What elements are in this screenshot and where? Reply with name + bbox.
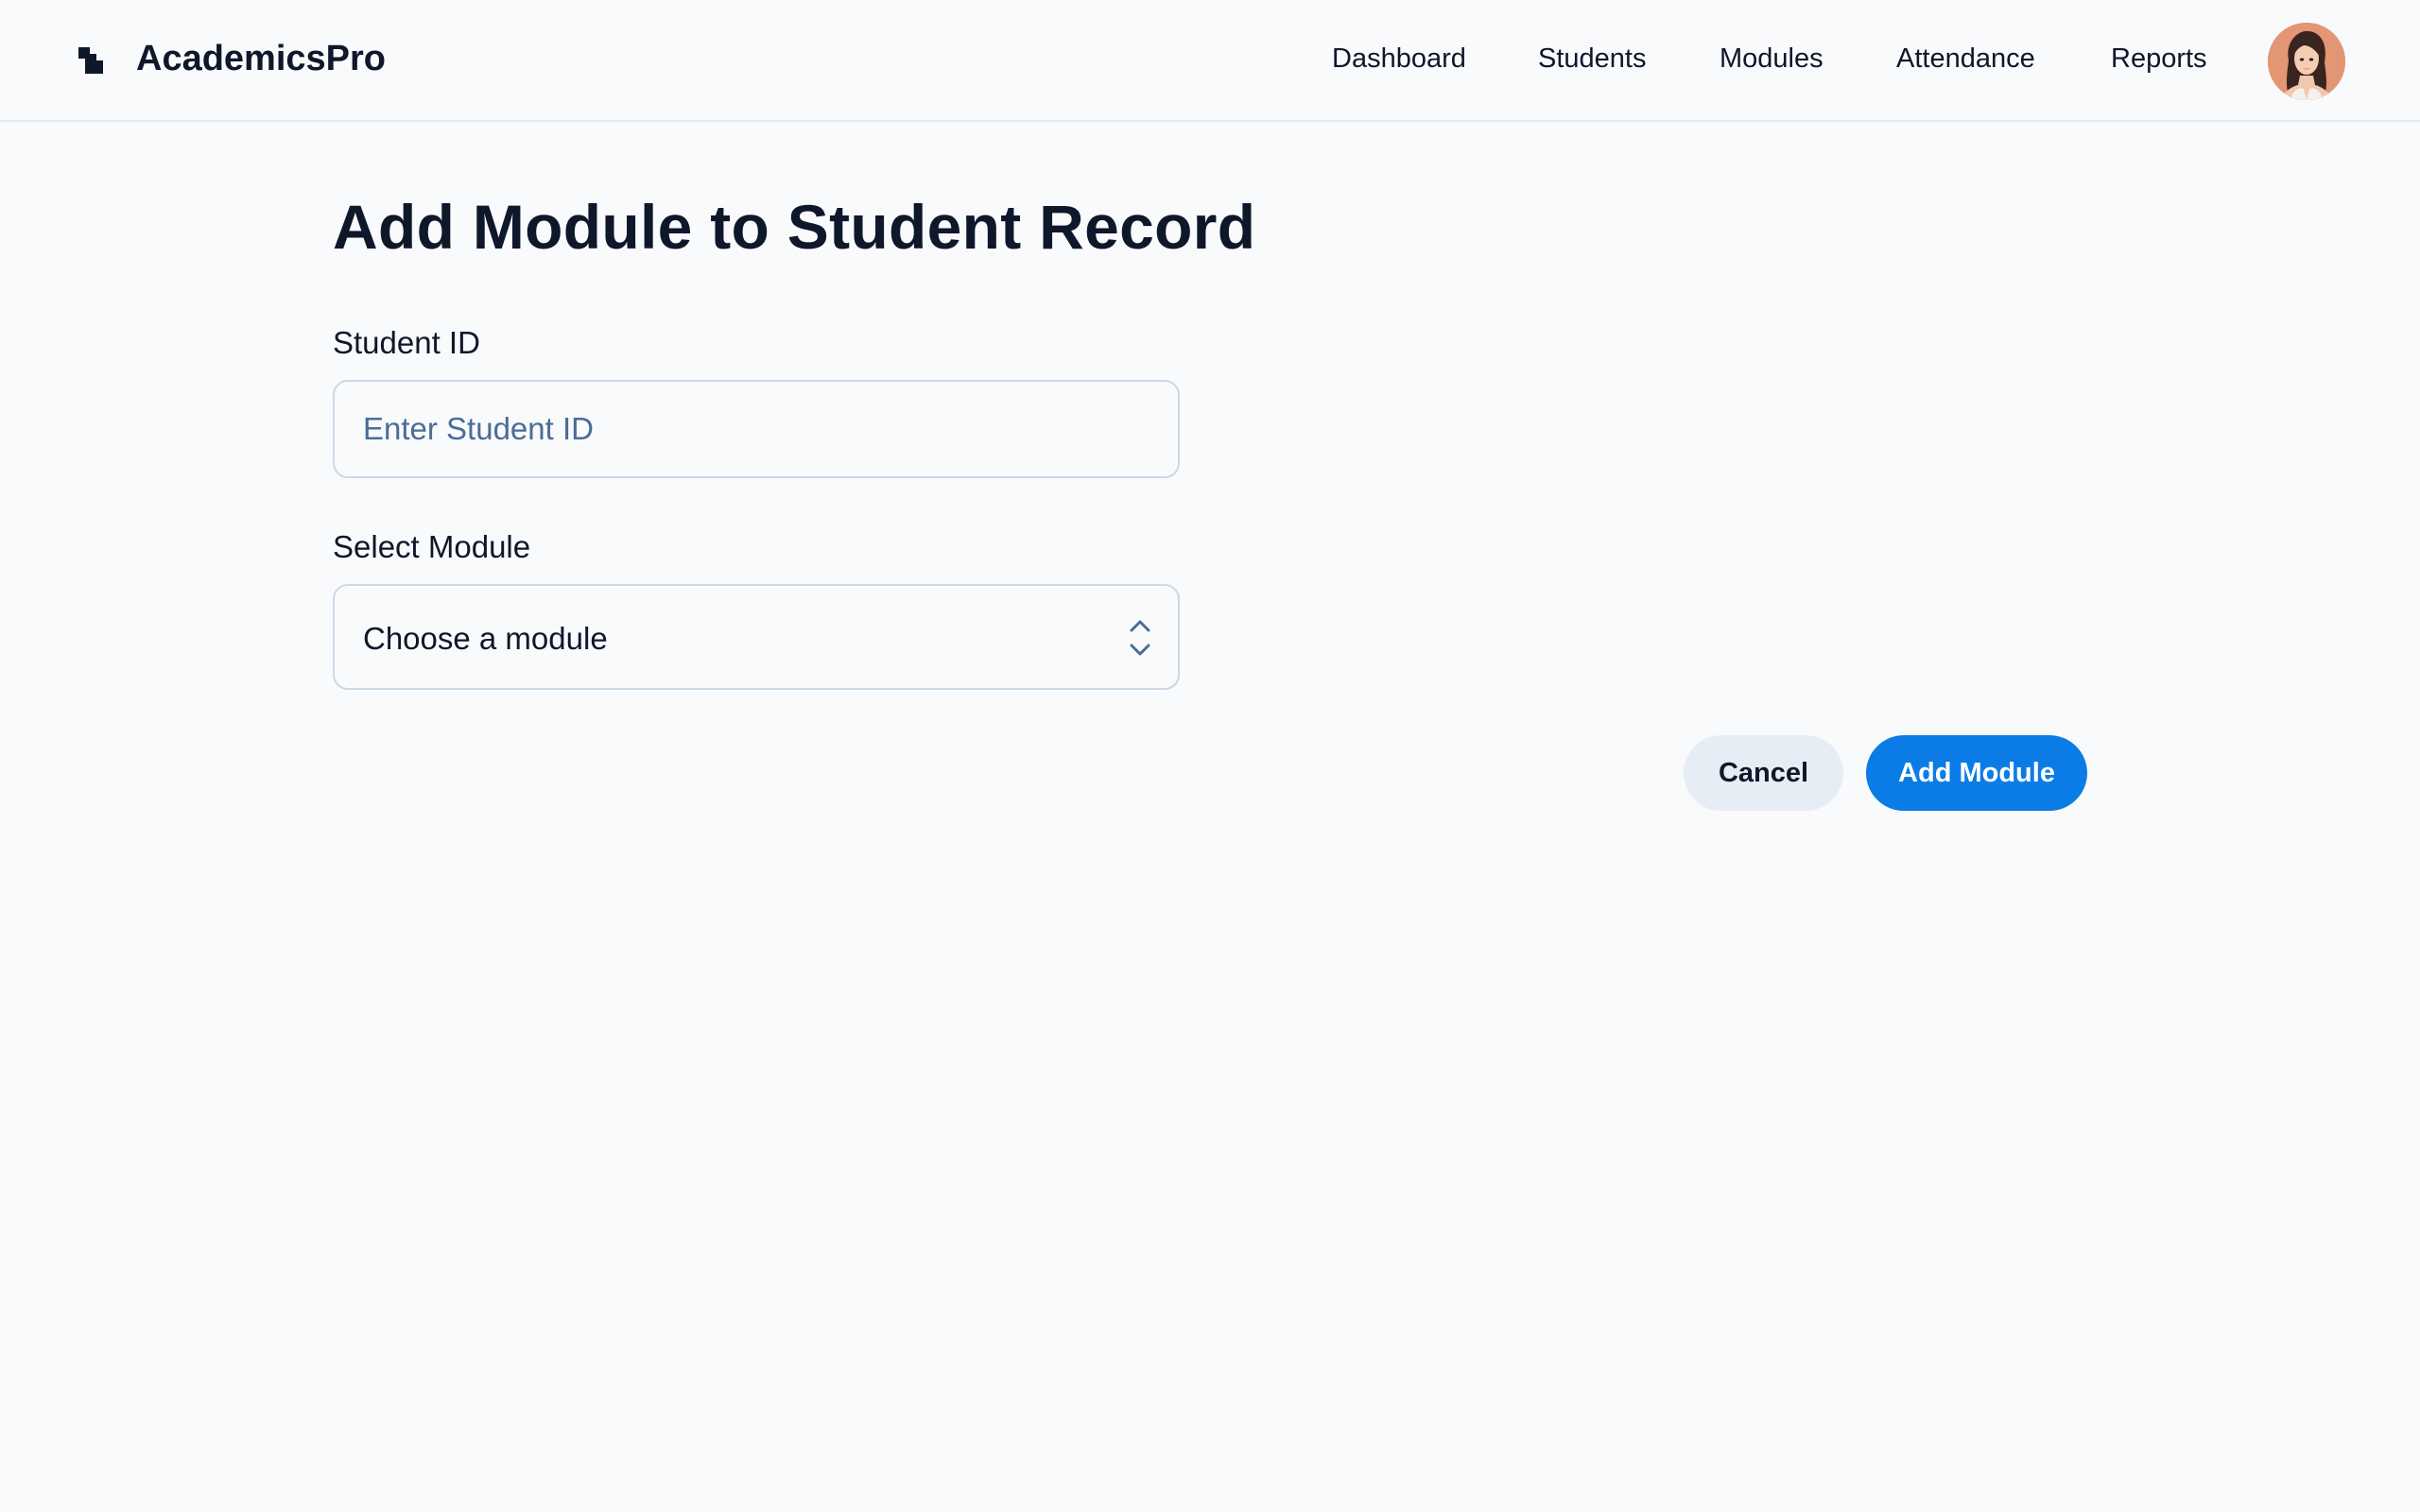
module-select[interactable]: Choose a module [333, 584, 1180, 690]
chevron-up-down-icon [1130, 620, 1150, 656]
user-avatar[interactable] [2268, 23, 2345, 100]
add-module-button[interactable]: Add Module [1866, 735, 2087, 811]
nav-item-reports[interactable]: Reports [2111, 40, 2207, 77]
page-title: Add Module to Student Record [333, 192, 1256, 262]
top-nav-bar: AcademicsPro Dashboard Students Modules … [0, 0, 2420, 122]
stairs-logo-icon [78, 47, 103, 74]
nav-item-dashboard[interactable]: Dashboard [1332, 40, 1466, 77]
student-id-input[interactable] [333, 380, 1180, 478]
student-id-label: Student ID [333, 325, 480, 360]
module-select-value: Choose a module [363, 621, 608, 656]
select-module-label: Select Module [333, 529, 531, 564]
avatar-portrait-icon [2268, 23, 2345, 100]
nav-item-students[interactable]: Students [1538, 40, 1646, 77]
nav-item-modules[interactable]: Modules [1720, 40, 1824, 77]
cancel-button[interactable]: Cancel [1684, 735, 1843, 811]
nav-item-attendance[interactable]: Attendance [1896, 40, 2035, 77]
app-brand-name[interactable]: AcademicsPro [136, 36, 386, 81]
